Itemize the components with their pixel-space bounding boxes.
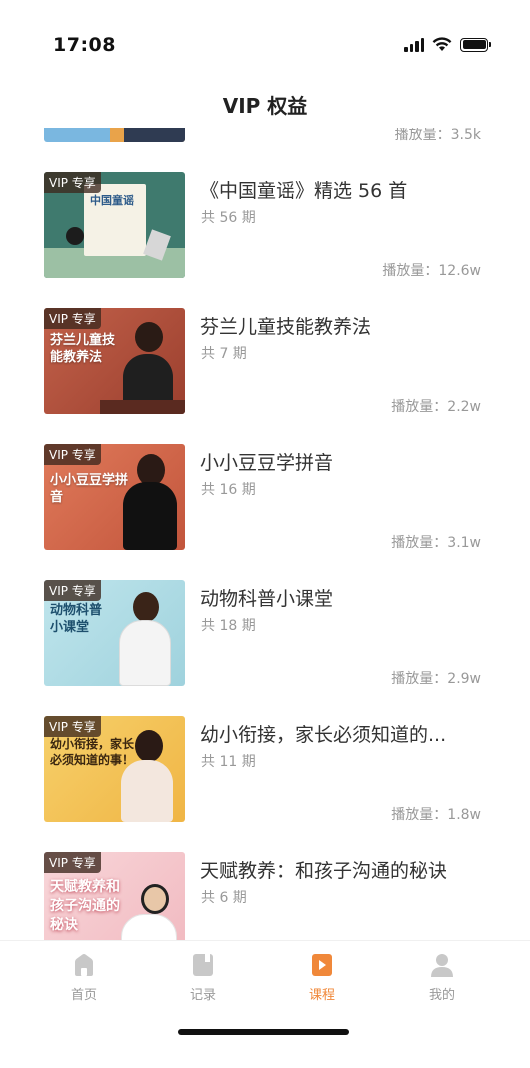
page-title: VIP 权益 bbox=[222, 94, 308, 118]
status-icons bbox=[404, 37, 491, 52]
home-indicator[interactable] bbox=[178, 1029, 349, 1035]
course-plays: 播放量：12.6w bbox=[382, 263, 481, 279]
tab-bar: 首页 记录 课程 我的 bbox=[0, 940, 530, 1068]
course-item[interactable]: 动物科普小课堂 VIP 专享 动物科普小课堂 共 18 期 播放量：2.9w bbox=[0, 580, 530, 716]
tab-profile[interactable]: 我的 bbox=[402, 953, 482, 1003]
course-plays: 播放量：1.8w bbox=[391, 807, 481, 823]
course-episode-count: 共 11 期 bbox=[201, 754, 256, 770]
course-plays: 播放量：3.5k bbox=[394, 128, 481, 143]
thumbnail-person bbox=[135, 730, 163, 762]
course-episode-count: 共 7 期 bbox=[201, 346, 247, 362]
course-item-partial[interactable]: 播放量：3.5k bbox=[0, 128, 530, 172]
thumbnail-person bbox=[135, 322, 163, 352]
cellular-signal-icon bbox=[404, 37, 424, 52]
course-episode-count: 共 6 期 bbox=[201, 890, 247, 906]
course-episode-count: 共 16 期 bbox=[201, 482, 256, 498]
course-thumbnail: 中国童谣 VIP 专享 bbox=[44, 172, 185, 278]
vip-badge: VIP 专享 bbox=[44, 308, 101, 329]
vip-badge: VIP 专享 bbox=[44, 580, 101, 601]
thumbnail-text: 小小豆豆学拼音 bbox=[50, 473, 129, 505]
thumbnail-person bbox=[141, 884, 169, 914]
course-title: 《中国童谣》精选 56 首 bbox=[200, 180, 408, 202]
status-bar: 17:08 bbox=[0, 0, 530, 80]
course-icon bbox=[311, 953, 333, 977]
course-thumbnail: 幼小衔接，家长必须知道的事！ VIP 专享 bbox=[44, 716, 185, 822]
wifi-icon bbox=[432, 37, 452, 51]
course-thumbnail: 小小豆豆学拼音 VIP 专享 bbox=[44, 444, 185, 550]
vip-badge: VIP 专享 bbox=[44, 172, 101, 193]
course-list[interactable]: 播放量：3.5k 中国童谣 VIP 专享 《中国童谣》精选 56 首 共 56 … bbox=[0, 128, 530, 940]
thumbnail-text: 动物科普小课堂 bbox=[50, 603, 103, 635]
battery-icon bbox=[460, 37, 491, 52]
thumbnail-person-body bbox=[119, 620, 171, 686]
course-thumbnail: 芬兰儿童技能教养法 VIP 专享 bbox=[44, 308, 185, 414]
tab-home[interactable]: 首页 bbox=[44, 953, 124, 1003]
profile-icon bbox=[431, 953, 453, 977]
course-title: 小小豆豆学拼音 bbox=[200, 452, 334, 474]
course-item[interactable]: 幼小衔接，家长必须知道的事！ VIP 专享 幼小衔接，家长必须知道的... 共 … bbox=[0, 716, 530, 852]
home-icon bbox=[73, 953, 95, 977]
course-item[interactable]: 天赋教养和孩子沟通的秘诀 VIP 专享 天赋教养：和孩子沟通的秘诀 共 6 期 bbox=[0, 852, 530, 940]
course-thumbnail: 天赋教养和孩子沟通的秘诀 VIP 专享 bbox=[44, 852, 185, 940]
thumbnail-person-body bbox=[121, 914, 177, 940]
course-thumbnail: 动物科普小课堂 VIP 专享 bbox=[44, 580, 185, 686]
course-item[interactable]: 中国童谣 VIP 专享 《中国童谣》精选 56 首 共 56 期 播放量：12.… bbox=[0, 172, 530, 308]
vip-badge: VIP 专享 bbox=[44, 444, 101, 465]
tab-record[interactable]: 记录 bbox=[163, 953, 243, 1003]
course-episode-count: 共 18 期 bbox=[201, 618, 256, 634]
status-time: 17:08 bbox=[53, 34, 116, 56]
course-thumbnail bbox=[44, 128, 185, 142]
course-title: 动物科普小课堂 bbox=[200, 588, 334, 610]
course-title: 芬兰儿童技能教养法 bbox=[200, 316, 372, 338]
course-plays: 播放量：3.1w bbox=[391, 535, 481, 551]
tab-label: 记录 bbox=[189, 988, 216, 1003]
course-plays: 播放量：2.9w bbox=[391, 671, 481, 687]
tab-label: 课程 bbox=[308, 988, 335, 1003]
course-plays: 播放量：2.2w bbox=[391, 399, 481, 415]
thumbnail-text: 芬兰儿童技能教养法 bbox=[50, 333, 116, 365]
vip-badge: VIP 专享 bbox=[44, 852, 101, 873]
vip-badge: VIP 专享 bbox=[44, 716, 101, 737]
course-episode-count: 共 56 期 bbox=[201, 210, 256, 226]
thumbnail-person bbox=[133, 592, 159, 622]
record-icon bbox=[192, 953, 214, 977]
tab-label: 我的 bbox=[428, 988, 455, 1003]
thumbnail-text: 天赋教养和孩子沟通的秘诀 bbox=[50, 879, 120, 933]
course-title: 幼小衔接，家长必须知道的... bbox=[200, 724, 447, 746]
course-item[interactable]: 芬兰儿童技能教养法 VIP 专享 芬兰儿童技能教养法 共 7 期 播放量：2.2… bbox=[0, 308, 530, 444]
thumbnail-person-body bbox=[121, 760, 173, 822]
course-item[interactable]: 小小豆豆学拼音 VIP 专享 小小豆豆学拼音 共 16 期 播放量：3.1w bbox=[0, 444, 530, 580]
thumbnail-text: 幼小衔接，家长必须知道的事！ bbox=[50, 737, 135, 767]
thumbnail-text: 中国童谣 bbox=[90, 194, 134, 207]
tab-label: 首页 bbox=[70, 988, 97, 1003]
tab-course[interactable]: 课程 bbox=[282, 953, 362, 1003]
course-title: 天赋教养：和孩子沟通的秘诀 bbox=[200, 860, 448, 882]
